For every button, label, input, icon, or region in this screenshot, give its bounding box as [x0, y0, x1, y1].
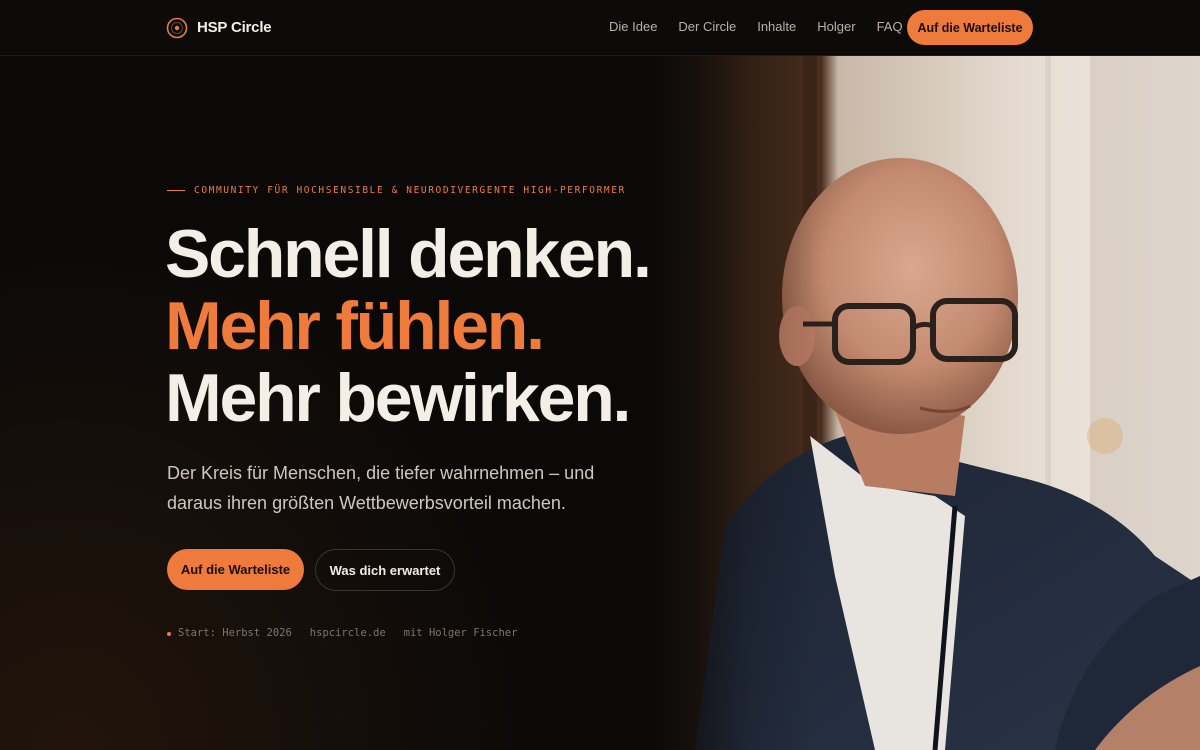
- nav-link-die-idee[interactable]: Die Idee: [609, 19, 657, 34]
- top-navigation: HSP Circle Die Idee Der Circle Inhalte H…: [0, 0, 1200, 56]
- photo-gradient-overlay: [635, 56, 1200, 750]
- nav-link-der-circle[interactable]: Der Circle: [678, 19, 736, 34]
- nav-link-holger[interactable]: Holger: [817, 19, 855, 34]
- headline-line-1: Schnell denken.: [165, 216, 652, 292]
- brand-name: HSP Circle: [197, 19, 272, 36]
- meta-website: hspcircle.de: [309, 627, 386, 639]
- meta-start-date: Start: Herbst 2026: [178, 627, 292, 639]
- hero-subline: Der Kreis für Menschen, die tiefer wahrn…: [167, 463, 595, 513]
- nav-waitlist-button[interactable]: Auf die Warteliste: [907, 10, 1033, 45]
- nav-links: Die Idee Der Circle Inhalte Holger FAQ: [609, 19, 924, 34]
- meta-host: mit Holger Fischer: [403, 627, 518, 639]
- hero-headline: Schnell denken. Mehr fühlen. Mehr bewirk…: [165, 216, 652, 436]
- brand-logo-link[interactable]: HSP Circle: [166, 16, 272, 39]
- eyebrow-divider-line: [167, 190, 185, 191]
- hero-portrait-photo: [635, 56, 1200, 750]
- hero-waitlist-button[interactable]: Auf die Warteliste: [167, 549, 304, 590]
- circle-target-logo-icon: [166, 17, 188, 39]
- status-dot-icon: [167, 631, 171, 636]
- headline-line-2: Mehr fühlen.: [165, 288, 545, 364]
- headline-line-3: Mehr bewirken.: [165, 360, 631, 436]
- hero-meta-info: Start: Herbst 2026 hspcircle.de mit Holg…: [167, 627, 535, 639]
- nav-link-faq[interactable]: FAQ: [877, 19, 903, 34]
- eyebrow-text: COMMUNITY FÜR HOCHSENSIBLE & NEURODIVERG…: [194, 185, 626, 196]
- nav-link-inhalte[interactable]: Inhalte: [757, 19, 796, 34]
- hero-eyebrow: COMMUNITY FÜR HOCHSENSIBLE & NEURODIVERG…: [167, 185, 626, 196]
- hero-what-to-expect-button[interactable]: Was dich erwartet: [315, 549, 455, 591]
